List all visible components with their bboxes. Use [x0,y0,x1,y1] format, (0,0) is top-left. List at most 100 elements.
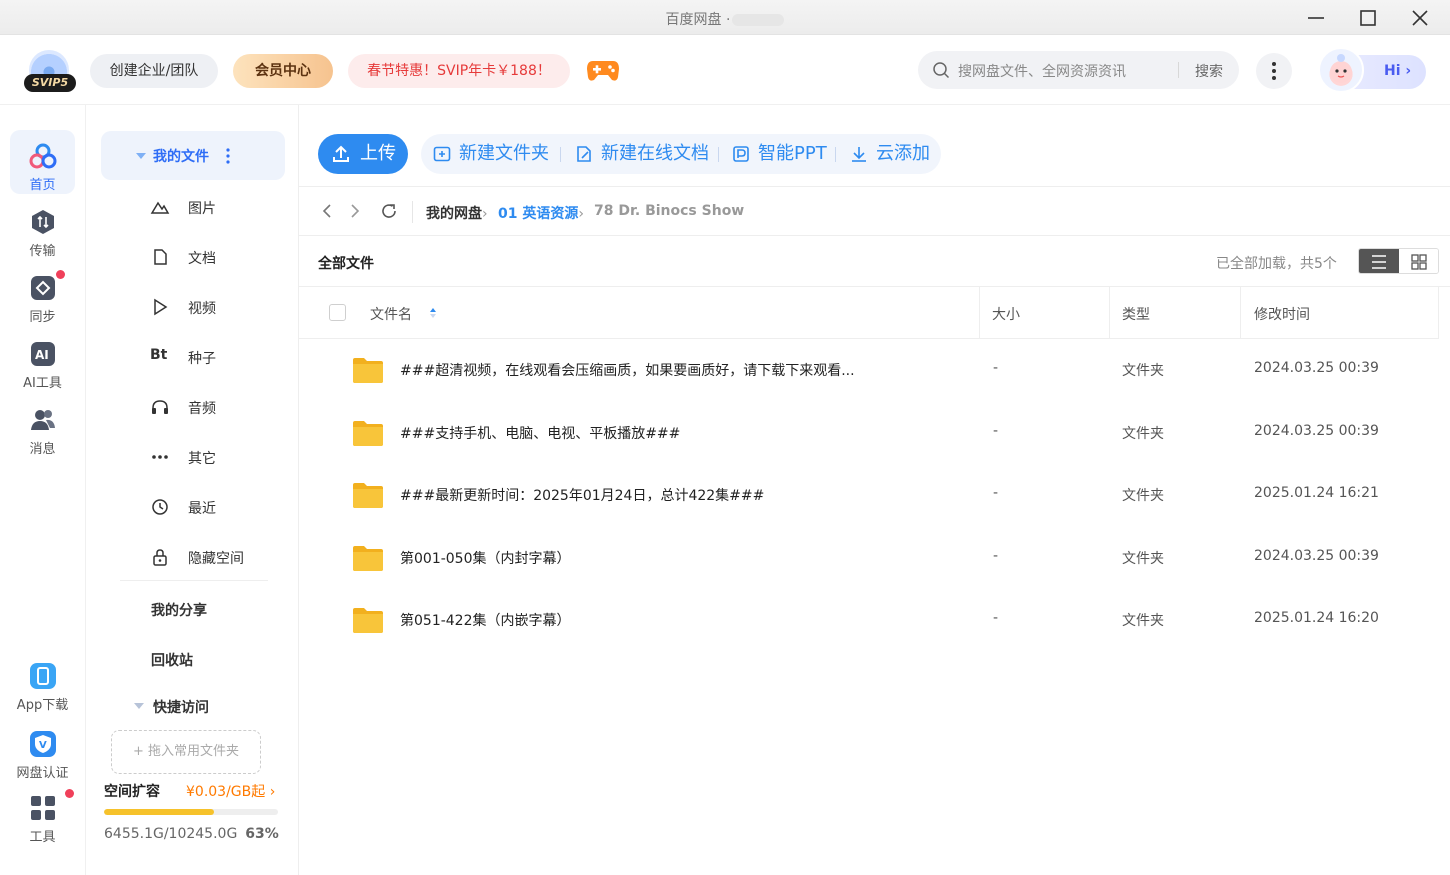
tools-icon [31,796,55,820]
column-modified-header[interactable]: 修改时间 [1254,304,1310,324]
search-icon [933,62,950,79]
torrent-icon: Bt [150,347,168,363]
sidebar-item-my-files[interactable]: 我的文件 [101,131,285,180]
rail-item-home[interactable]: 首页 [10,130,75,194]
tools-notification-dot [65,789,74,798]
file-type: 文件夹 [1122,363,1164,379]
breadcrumb-level1[interactable]: 01 英语资源› [498,203,584,223]
online-doc-icon [577,146,591,162]
rail-item-messages[interactable]: 消息 [10,394,75,458]
storage-progress-bar [104,809,278,815]
new-folder-icon [433,146,451,162]
more-vertical-icon [226,148,230,164]
file-name[interactable]: ###支持手机、电脑、电视、平板播放### [400,423,680,443]
rail-item-transfer[interactable]: 传输 [10,196,75,260]
assistant-button[interactable]: Hi › [1318,47,1426,93]
file-name[interactable]: 第051-422集（内嵌字幕） [400,610,571,630]
file-modified: 2025.01.24 16:21 [1254,485,1379,501]
sort-icon[interactable] [429,306,437,320]
assistant-label: Hi › [1384,63,1412,79]
grid-view-icon [1411,254,1427,270]
caret-down-icon [134,703,144,709]
rail-item-app-download[interactable]: App下载 [10,650,75,714]
minimize-button[interactable] [1303,6,1329,30]
game-icon[interactable] [586,57,620,87]
recent-icon [152,499,168,515]
table-row[interactable]: ###超清视频，在线观看会压缩画质，如果要画质好，请下载下来观看... - 文件夹 2… [299,339,1439,401]
rail-item-ai-tools[interactable]: AI AI工具 [10,328,75,392]
message-icon [31,410,55,430]
ppt-icon [733,146,749,162]
title-bar: 百度网盘 · [0,0,1450,35]
folder-icon [352,544,384,576]
file-type: 文件夹 [1122,613,1164,629]
app-header: SVIP5 创建企业/团队 会员中心 春节特惠！SVIP年卡￥188！ 搜网盘文… [0,35,1450,105]
file-size: - [993,485,999,501]
table-row[interactable]: ###最新更新时间：2025年01月24日，总计422集### - 文件夹 2025.… [299,464,1439,526]
column-type-header[interactable]: 类型 [1122,304,1150,324]
sync-notification-dot [56,270,65,279]
svg-text:V: V [39,740,47,751]
lock-icon [153,549,167,566]
list-view-button[interactable] [1359,249,1399,273]
video-icon [154,298,168,316]
app-download-icon [30,663,56,689]
file-type: 文件夹 [1122,425,1164,442]
upload-button[interactable]: 上传 [318,134,408,174]
close-button[interactable] [1407,6,1433,30]
table-row[interactable]: ###支持手机、电脑、电视、平板播放### - 文件夹 2024.03.25 00:3… [299,402,1439,464]
toolbar: 上传 新建文件夹 新建在线文档 智能PPT 云添加 [299,105,1450,187]
folder-icon [352,481,384,513]
back-icon[interactable] [321,203,333,219]
breadcrumb-bar: 我的网盘› 01 英语资源› 78 Dr. Binocs Show [299,187,1450,236]
column-size-header[interactable]: 大小 [992,304,1020,324]
table-header: 文件名 大小 类型 修改时间 [299,287,1439,339]
file-modified: 2025.01.24 16:20 [1254,610,1379,626]
sidebar-divider [120,580,268,581]
file-size: - [993,547,999,564]
maximize-button[interactable] [1355,6,1381,30]
quick-access-dropzone[interactable]: + 拖入常用文件夹 [111,730,261,774]
upload-icon [333,145,349,162]
sidebar-item-recycle-bin[interactable]: 回收站 [151,650,193,670]
column-name-header[interactable]: 文件名 [370,304,412,324]
file-size: - [993,422,999,439]
file-size: - [993,610,999,626]
user-avatar[interactable]: SVIP5 [24,50,76,92]
refresh-icon[interactable] [380,202,398,220]
vip-center-button[interactable]: 会员中心 [233,54,333,88]
table-row[interactable]: 第051-422集（内嵌字幕） - 文件夹 2025.01.24 16:20 [299,589,1439,651]
more-menu-button[interactable] [1256,53,1292,89]
breadcrumb-root[interactable]: 我的网盘› [426,203,488,223]
rail-item-sync[interactable]: 同步 [10,262,75,326]
audio-icon [152,400,168,414]
verify-icon: V [30,731,56,757]
sidebar-item-my-share[interactable]: 我的分享 [151,600,207,620]
search-box[interactable]: 搜网盘文件、全网资源资讯 搜索 [918,51,1239,89]
rail-item-verify[interactable]: V 网盘认证 [10,718,75,782]
window-title: 百度网盘 · [0,9,1450,29]
promo-button[interactable]: 春节特惠！SVIP年卡￥188！ [348,54,570,88]
ai-tools-icon: AI [31,342,55,366]
file-name[interactable]: 第001-050集（内封字幕） [400,548,571,568]
storage-expand-title: 空间扩容 [104,784,160,800]
list-header: 全部文件 已全部加载，共5个 [299,236,1450,287]
forward-icon[interactable] [349,203,361,219]
nav-rail: 首页 传输 同步 AI AI工具 消息 App下载 V 网盘认证 工具 [0,105,86,875]
image-icon [150,201,170,214]
file-modified: 2024.03.25 00:39 [1254,547,1379,564]
file-name[interactable]: ###最新更新时间：2025年01月24日，总计422集### [400,485,764,505]
search-button[interactable]: 搜索 [1195,61,1223,81]
create-team-button[interactable]: 创建企业/团队 [90,54,218,88]
select-all-checkbox[interactable] [329,304,346,321]
table-row[interactable]: 第001-050集（内封字幕） - 文件夹 2024.03.25 00:39 [299,527,1439,589]
file-type: 文件夹 [1122,488,1164,504]
folder-icon [352,356,384,388]
list-title: 全部文件 [318,256,374,272]
storage-expand-link[interactable]: ¥0.03/GB起 › [186,781,275,801]
sync-icon [31,276,55,300]
file-type: 文件夹 [1122,550,1164,567]
search-input[interactable]: 搜网盘文件、全网资源资讯 [958,61,1126,81]
file-name[interactable]: ###超清视频，在线观看会压缩画质，如果要画质好，请下载下来观看... [400,360,855,380]
grid-view-button[interactable] [1399,249,1438,273]
